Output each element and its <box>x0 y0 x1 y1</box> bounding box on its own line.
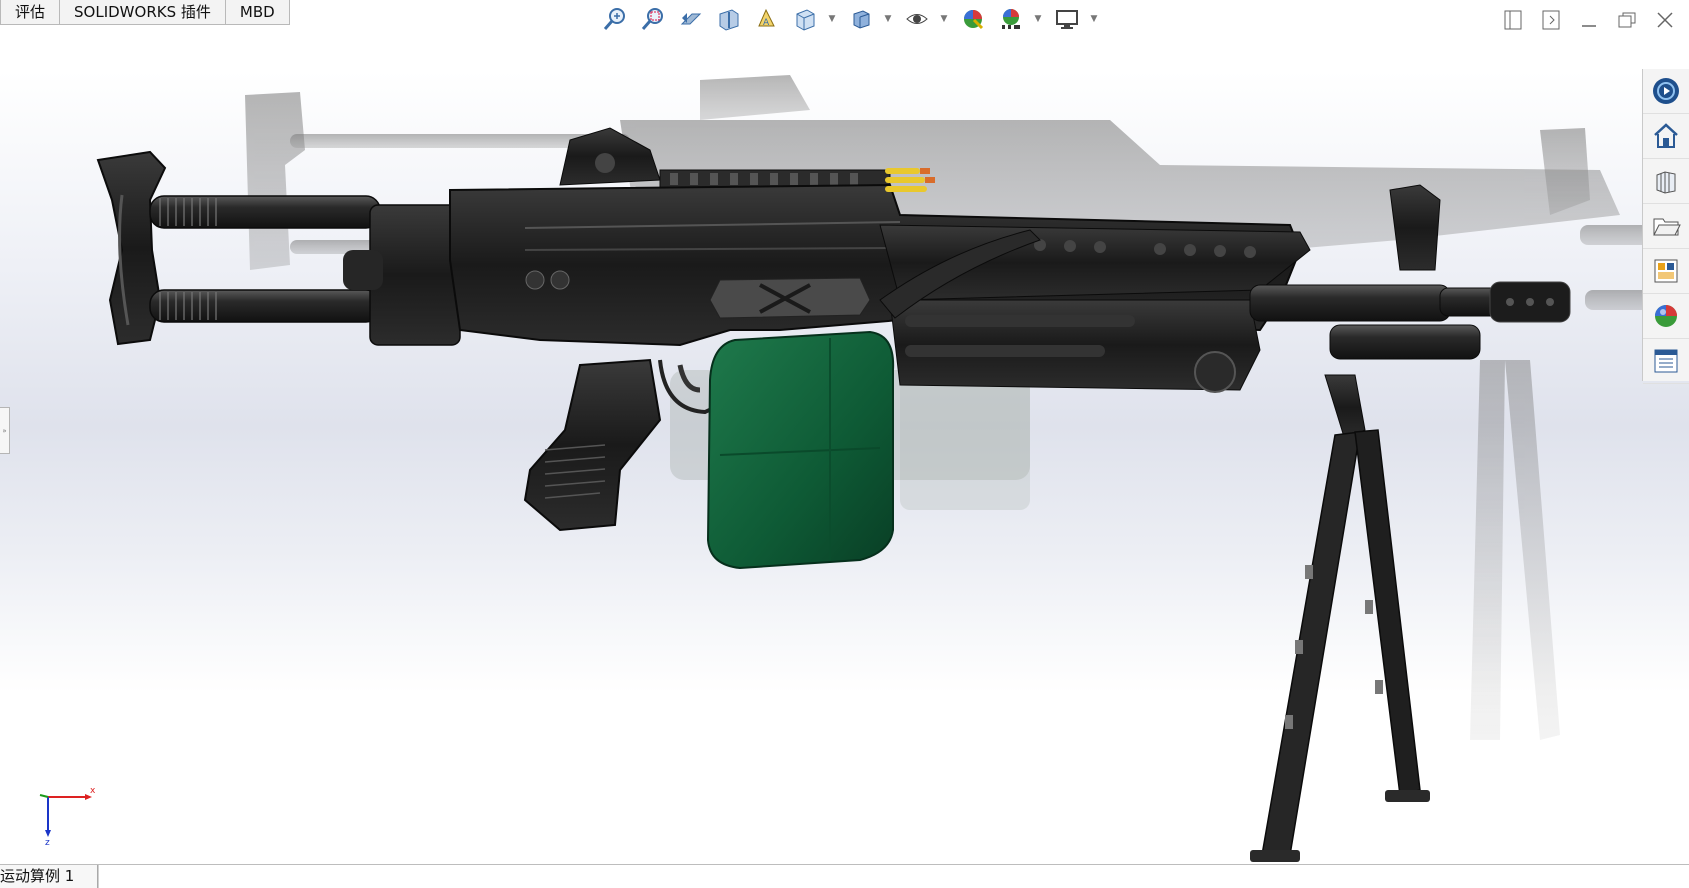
view-palette-icon[interactable] <box>1643 249 1689 294</box>
ghost-reflection <box>245 75 1680 740</box>
section-view-icon[interactable] <box>712 2 746 36</box>
tile-left-icon[interactable] <box>1494 4 1532 36</box>
previous-view-icon[interactable] <box>674 2 708 36</box>
window-controls <box>1494 4 1684 36</box>
edit-appearance-icon[interactable] <box>956 2 990 36</box>
zoom-to-fit-icon[interactable] <box>598 2 632 36</box>
ammo-box <box>706 330 895 570</box>
tab-mbd[interactable]: MBD <box>224 0 290 25</box>
tile-right-icon[interactable] <box>1532 4 1570 36</box>
chevron-down-icon[interactable]: ▼ <box>1032 2 1044 36</box>
dynamic-annotation-views-icon[interactable]: A <box>750 2 784 36</box>
motion-study-tab[interactable]: 运动算例 1 <box>0 865 98 888</box>
view-orientation-icon[interactable] <box>788 2 822 36</box>
command-manager-tabs: 评估 SOLIDWORKS 插件 MBD <box>0 0 290 26</box>
chevron-down-icon[interactable]: ▼ <box>826 2 838 36</box>
svg-text:A: A <box>763 18 770 28</box>
file-explorer-icon[interactable] <box>1643 204 1689 249</box>
custom-properties-icon[interactable] <box>1643 339 1689 384</box>
bipod <box>1250 374 1430 862</box>
display-style-icon[interactable] <box>844 2 878 36</box>
triad-z-label: z <box>45 838 50 845</box>
chevron-right-icon: » <box>2 426 7 435</box>
status-bar-empty <box>98 865 1689 888</box>
chevron-down-icon[interactable]: ▼ <box>1088 2 1100 36</box>
solidworks-resources-icon[interactable] <box>1643 69 1689 114</box>
feature-manager-toggle[interactable]: » <box>0 407 10 454</box>
zoom-to-area-icon[interactable] <box>636 2 670 36</box>
chevron-down-icon[interactable]: ▼ <box>938 2 950 36</box>
tab-evaluate[interactable]: 评估 <box>0 0 61 25</box>
design-library-icon[interactable] <box>1643 159 1689 204</box>
view-settings-icon[interactable] <box>1050 2 1084 36</box>
tab-solidworks-addins[interactable]: SOLIDWORKS 插件 <box>59 0 226 25</box>
status-bar: 运动算例 1 <box>0 864 1689 888</box>
heads-up-view-toolbar: A ▼ ▼ ▼ ▼ ▼ <box>598 2 1106 36</box>
task-pane <box>1642 69 1689 384</box>
triad-x-label: x <box>90 786 96 796</box>
model-rendering <box>96 75 1680 862</box>
reference-triad: x z <box>30 785 100 848</box>
close-icon[interactable] <box>1646 4 1684 36</box>
appearances-scenes-icon[interactable] <box>1643 294 1689 339</box>
home-icon[interactable] <box>1643 114 1689 159</box>
graphics-area[interactable] <box>0 0 1689 864</box>
minimize-icon[interactable] <box>1570 4 1608 36</box>
chevron-down-icon[interactable]: ▼ <box>882 2 894 36</box>
apply-scene-icon[interactable] <box>994 2 1028 36</box>
hide-show-items-icon[interactable] <box>900 2 934 36</box>
restore-icon[interactable] <box>1608 4 1646 36</box>
